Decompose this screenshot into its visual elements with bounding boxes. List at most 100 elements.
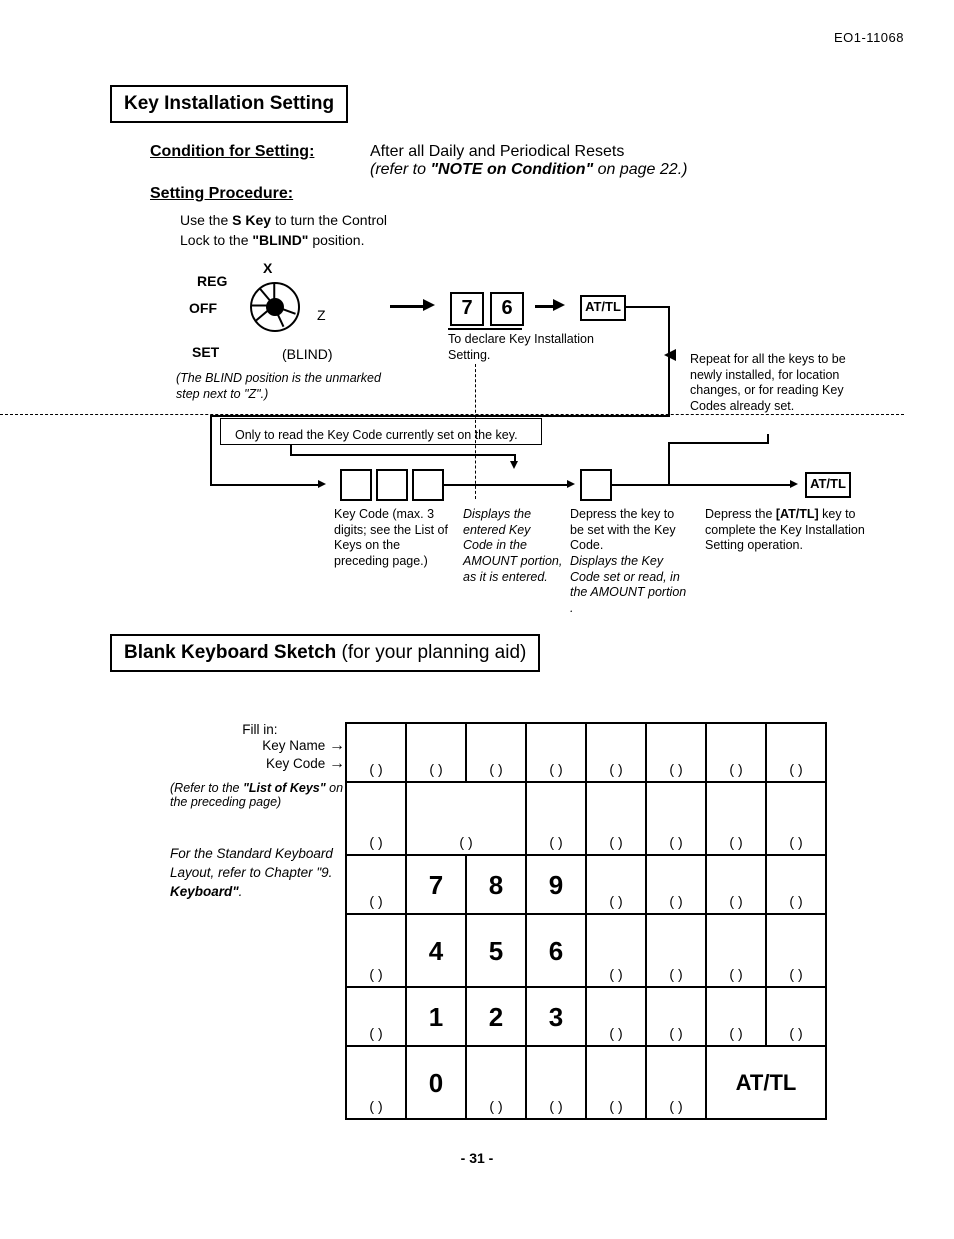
kb-cell: ( )	[586, 723, 646, 782]
dial-blind: (BLIND)	[282, 346, 333, 362]
kb-key-9: 9	[526, 855, 586, 914]
kb-cell: ( )	[706, 987, 766, 1046]
kb-cell: ( )	[706, 782, 766, 855]
kb-cell: ( )	[706, 914, 766, 987]
kb-cell: ( )	[586, 1046, 646, 1119]
fillin-label: Fill in:	[242, 722, 277, 737]
kb-cell: ( )	[346, 914, 406, 987]
kb-cell: ( )	[346, 987, 406, 1046]
kb-cell: ( )	[586, 987, 646, 1046]
key-7: 7	[450, 292, 484, 326]
kb-cell: ( )	[406, 723, 466, 782]
dial-x: X	[263, 260, 272, 276]
kb-key-1: 1	[406, 987, 466, 1046]
caption-depress-attl: Depress the [AT/TL] key to complete the …	[705, 507, 875, 554]
proc-e: position.	[308, 232, 364, 248]
key-attl-2: AT/TL	[805, 472, 851, 498]
condition-label: Condition for Setting:	[150, 143, 370, 179]
kb-cell: ( )	[766, 987, 826, 1046]
page-number: - 31 -	[50, 1150, 904, 1166]
keyname-label: Key Name	[262, 738, 325, 753]
kb-cell: ( )	[706, 855, 766, 914]
kb-cell: ( )	[766, 914, 826, 987]
section-title-key-installation: Key Installation Setting	[110, 85, 348, 123]
kb-key-2: 2	[466, 987, 526, 1046]
kb-cell: ( )	[766, 723, 826, 782]
kb-key-3: 3	[526, 987, 586, 1046]
keycode-digit-3	[412, 469, 444, 501]
target-key-box	[580, 469, 612, 501]
keyboard-grid: ( ) ( ) ( ) ( ) ( ) ( ) ( ) ( ) ( ) ( ) …	[345, 722, 827, 1120]
keycode-label: Key Code	[266, 756, 325, 771]
procedure-text: Use the S Key to turn the Control Lock t…	[180, 211, 400, 250]
condition-line2b: "NOTE on Condition"	[430, 161, 593, 178]
caption-keycode: Key Code (max. 3 digits; see the List of…	[334, 507, 449, 570]
kb-cell: ( )	[646, 723, 706, 782]
arrow-icon: →	[329, 737, 345, 754]
proc-b: S Key	[232, 212, 271, 228]
proc-d: "BLIND"	[252, 232, 308, 248]
kb-key-7: 7	[406, 855, 466, 914]
key-attl-1: AT/TL	[580, 295, 626, 321]
dial-note: (The BLIND position is the unmarked step…	[176, 371, 406, 402]
cap4b: [AT/TL]	[776, 507, 819, 521]
section-title-blank-keyboard: Blank Keyboard Sketch (for your planning…	[110, 634, 540, 672]
kb-cell: ( )	[766, 855, 826, 914]
kb-cell: ( )	[346, 1046, 406, 1119]
keycode-digit-2	[376, 469, 408, 501]
kb-cell: ( )	[646, 782, 706, 855]
kb-cell: ( )	[526, 782, 586, 855]
stdc: .	[239, 884, 243, 899]
kb-cell: ( )	[526, 723, 586, 782]
procedure-label: Setting Procedure:	[150, 185, 904, 203]
refb: "List of Keys"	[243, 781, 326, 795]
condition-text: After all Daily and Periodical Resets (r…	[370, 143, 687, 179]
kb-cell: ( )	[466, 723, 526, 782]
kb-cell: ( )	[466, 1046, 526, 1119]
key-6: 6	[490, 292, 524, 326]
kb-cell: ( )	[706, 723, 766, 782]
kb-key-5: 5	[466, 914, 526, 987]
kb-cell: ( )	[646, 914, 706, 987]
kb-cell: ( )	[646, 855, 706, 914]
document-code: EO1-11068	[50, 30, 904, 45]
kb-cell: ( )	[586, 855, 646, 914]
ref-note: (Refer to the "List of Keys" on the prec…	[170, 781, 345, 809]
dial-reg: REG	[197, 273, 227, 289]
cap4a: Depress the	[705, 507, 776, 521]
stda: For the Standard Keyboard Layout, refer …	[170, 846, 333, 880]
kb-cell: ( )	[586, 782, 646, 855]
keycode-digit-1	[340, 469, 372, 501]
proc-a: Use the	[180, 212, 232, 228]
caption-depress-key: Depress the key to be set with the Key C…	[570, 507, 690, 616]
kb-cell: ( )	[646, 987, 706, 1046]
kb-key-attl: AT/TL	[706, 1046, 826, 1119]
dial-off: OFF	[189, 300, 217, 316]
condition-line1: After all Daily and Periodical Resets	[370, 143, 624, 160]
caption-display-entered: Displays the entered Key Code in the AMO…	[463, 507, 563, 585]
sketch-legend: Fill in: Key Name → Key Code → (Refer to…	[170, 722, 345, 1120]
kb-cell: ( )	[526, 1046, 586, 1119]
dial-set: SET	[192, 344, 219, 360]
cap3b: Displays the Key Code set or read, in th…	[570, 554, 686, 615]
dial-z: Z	[317, 307, 326, 323]
kb-cell-wide: ( )	[406, 782, 526, 855]
kb-cell: ( )	[346, 723, 406, 782]
sec2b: (for your planning aid)	[342, 642, 527, 663]
stdb: Keyboard"	[170, 884, 239, 899]
kb-cell: ( )	[766, 782, 826, 855]
repeat-text: Repeat for all the keys to be newly inst…	[690, 352, 850, 415]
refa: (Refer to the	[170, 781, 243, 795]
kb-key-6: 6	[526, 914, 586, 987]
kb-cell: ( )	[346, 782, 406, 855]
declare-text: To declare Key Installation Setting.	[448, 332, 618, 363]
kb-cell: ( )	[586, 914, 646, 987]
kb-key-0: 0	[406, 1046, 466, 1119]
kb-cell: ( )	[346, 855, 406, 914]
cap3a: Depress the key to be set with the Key C…	[570, 507, 676, 552]
std-layout-note: For the Standard Keyboard Layout, refer …	[170, 845, 345, 902]
sec2a: Blank Keyboard Sketch	[124, 642, 342, 663]
kb-key-4: 4	[406, 914, 466, 987]
procedure-diagram: X REG OFF Z SET (BLIND) (The BLIND posit…	[50, 254, 904, 634]
keyboard-sketch-area: Fill in: Key Name → Key Code → (Refer to…	[170, 722, 904, 1120]
